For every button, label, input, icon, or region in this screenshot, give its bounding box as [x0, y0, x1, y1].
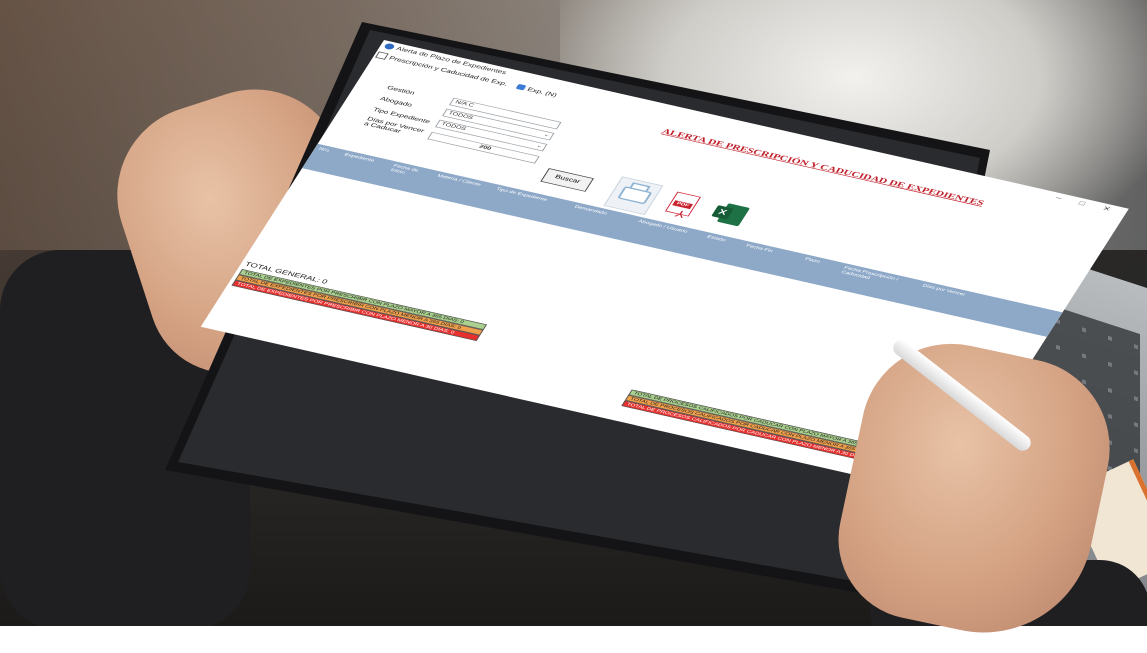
app-icon [383, 42, 396, 51]
abogado-value: TODOS [447, 110, 475, 121]
gestion-value: N/A C [454, 99, 475, 109]
grid-header-cell[interactable]: Tipo de Expediente [495, 187, 557, 205]
tablet: Alerta de Plazo de Expedientes – □ ✕ Pre… [0, 0, 1147, 653]
grid-header-cell[interactable]: Fecha Fin [745, 244, 773, 254]
grid-header-cell[interactable]: Plazo [803, 257, 821, 265]
settings-icon [515, 83, 527, 91]
abogado-label: Abogado [378, 95, 414, 109]
grid-header-cell[interactable]: Materia / Cliente [436, 174, 488, 189]
print-button[interactable] [603, 176, 664, 215]
legend-left-row: TOTAL DE EXPEDIENTES POR PRESCRIBIR CON … [235, 274, 484, 336]
grid-header-cell[interactable]: Nro. [317, 147, 331, 154]
tipo-expediente-value: TODOS [440, 121, 468, 132]
legend-left-row: TOTAL DE EXPEDIENTES POR PRESCRIBIR CON … [238, 269, 488, 331]
grid-header-cell[interactable]: Días por Vencer [921, 284, 966, 298]
grid-header-cell[interactable]: Fecha de Inicio [389, 164, 434, 181]
buscar-button[interactable]: Buscar [540, 168, 594, 192]
grid-header-cell[interactable]: Expediente [343, 153, 375, 164]
pdf-icon-tag: PDF [672, 200, 693, 210]
document-icon [375, 51, 389, 60]
pdf-icon: PDF ⅄ [664, 191, 701, 220]
grid-header-cell[interactable]: Demandado [573, 205, 608, 217]
legend-left-row: TOTAL DE EXPEDIENTES POR PRESCRIBIR CON … [231, 280, 481, 341]
gestion-label: Gestión [385, 84, 417, 97]
chevron-down-icon: ⌄ [542, 132, 551, 138]
dias-vencer-value: 200 [477, 144, 493, 152]
chevron-down-icon: ⌄ [535, 143, 544, 149]
grid-header-cell[interactable]: Estado [705, 235, 727, 243]
pdf-icon-swirl: ⅄ [673, 208, 688, 220]
excel-export-button[interactable]: X [698, 198, 755, 235]
grid-header-cell[interactable]: Fecha Prescripción / Caducidad [840, 266, 904, 288]
